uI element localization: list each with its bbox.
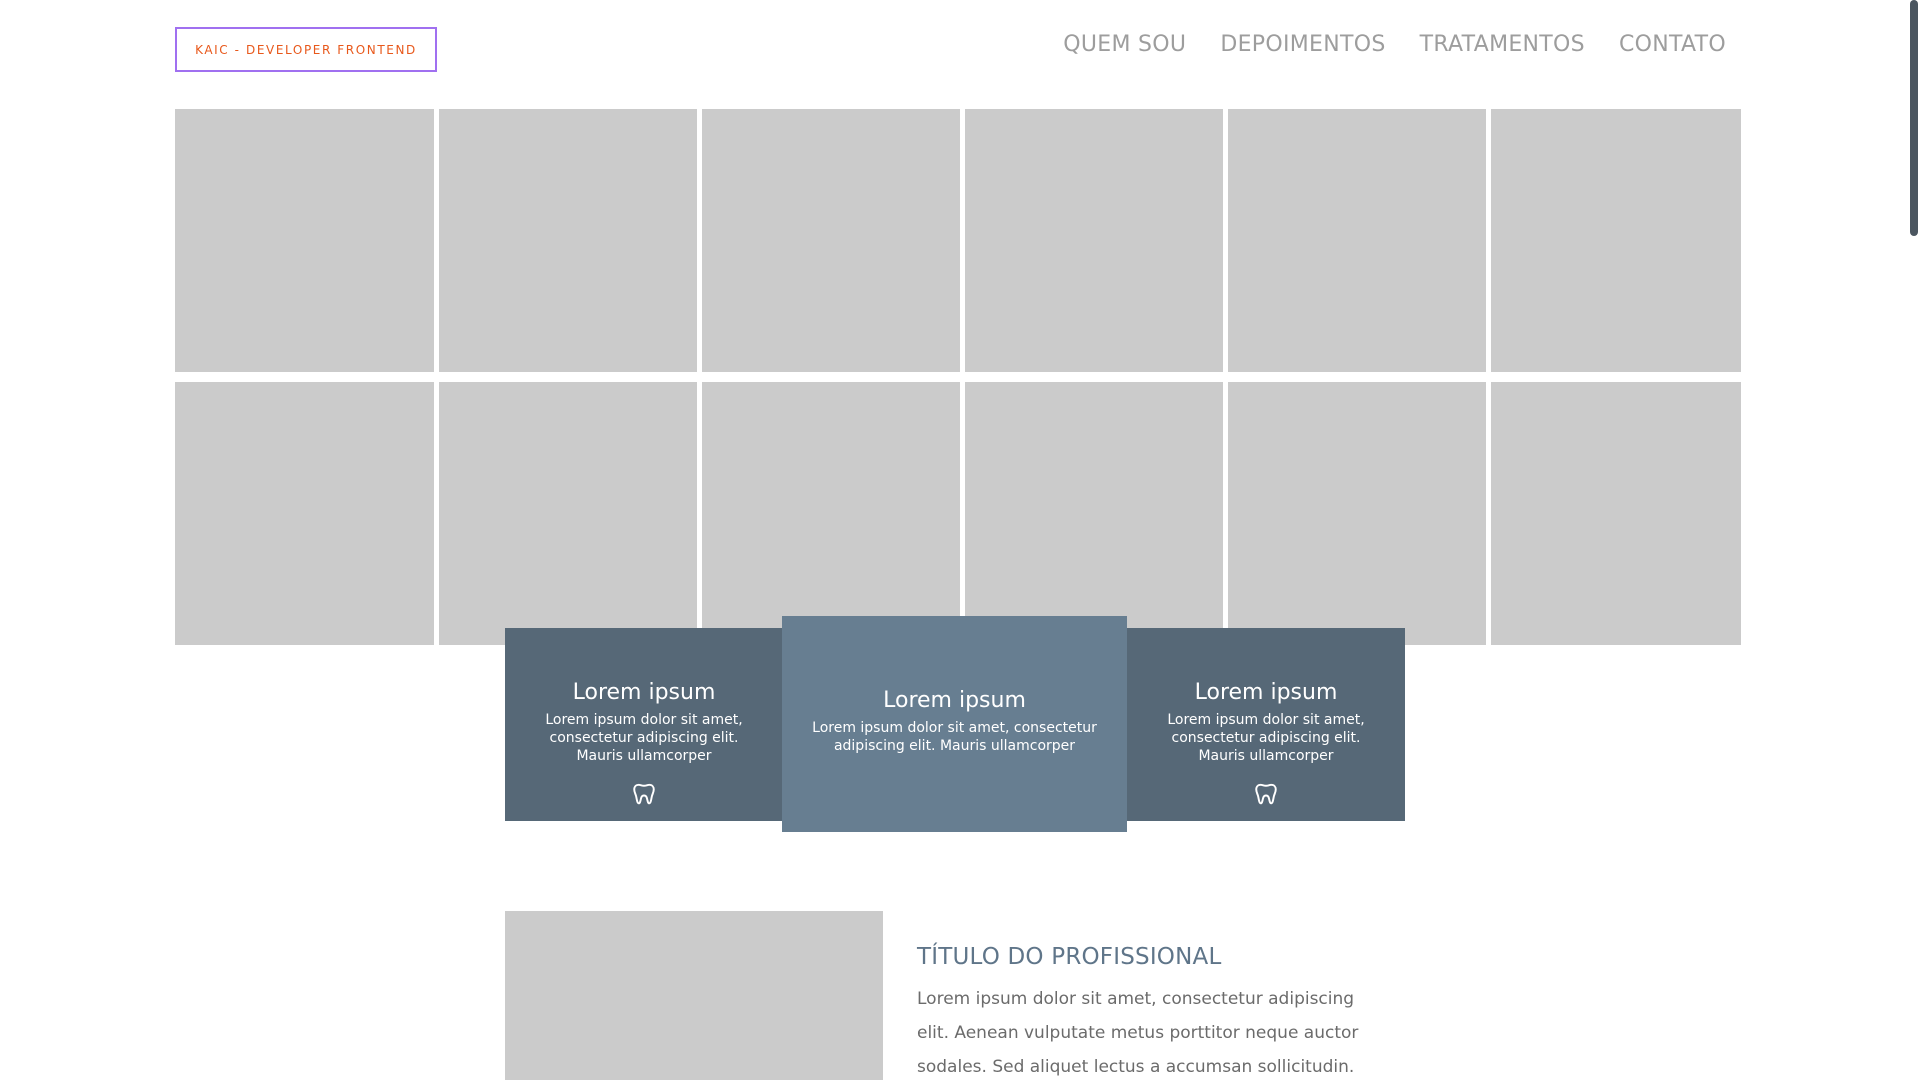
professional-title: TÍTULO DO PROFISSIONAL [917, 944, 1222, 970]
scrollbar[interactable] [1908, 0, 1920, 1080]
service-card-center[interactable]: Lorem ipsum Lorem ipsum dolor sit amet, … [782, 616, 1127, 832]
gallery-image[interactable] [175, 109, 434, 372]
gallery-image[interactable] [1228, 382, 1486, 645]
gallery-image[interactable] [175, 382, 434, 645]
gallery-image[interactable] [439, 109, 697, 372]
nav-quem-sou[interactable]: QUEM SOU [1063, 32, 1186, 57]
card-title: Lorem ipsum [572, 680, 716, 705]
card-title: Lorem ipsum [883, 688, 1026, 713]
gallery-image[interactable] [1491, 109, 1741, 372]
professional-photo [505, 911, 883, 1080]
gallery-image[interactable] [965, 382, 1223, 645]
tooth-icon[interactable] [1253, 781, 1279, 807]
gallery-image[interactable] [965, 109, 1223, 372]
service-card-right[interactable]: Lorem ipsum Lorem ipsum dolor sit amet, … [1127, 628, 1405, 821]
gallery-image[interactable] [1491, 382, 1741, 645]
card-text: Lorem ipsum dolor sit amet, consectetur … [1167, 712, 1365, 764]
tooth-icon[interactable] [631, 781, 657, 807]
logo-link[interactable]: KAIC - DEVELOPER FRONTEND [175, 27, 437, 72]
card-text: Lorem ipsum dolor sit amet, consectetur … [545, 712, 743, 764]
gallery-image[interactable] [702, 109, 960, 372]
page: KAIC - DEVELOPER FRONTEND QUEM SOU DEPOI… [0, 0, 1920, 1080]
photo-gallery [175, 109, 1743, 645]
gallery-image[interactable] [702, 382, 960, 645]
card-text: Lorem ipsum dolor sit amet, consectetur … [812, 720, 1097, 754]
nav-contato[interactable]: CONTATO [1619, 32, 1726, 57]
scrollbar-thumb[interactable] [1910, 0, 1918, 236]
nav-depoimentos[interactable]: DEPOIMENTOS [1220, 32, 1385, 57]
main-nav: QUEM SOU DEPOIMENTOS TRATAMENTOS CONTATO [1063, 32, 1726, 57]
service-card-left[interactable]: Lorem ipsum Lorem ipsum dolor sit amet, … [505, 628, 783, 821]
gallery-image[interactable] [439, 382, 697, 645]
gallery-image[interactable] [1228, 109, 1486, 372]
card-title: Lorem ipsum [1194, 680, 1338, 705]
professional-description: Lorem ipsum dolor sit amet, consectetur … [917, 989, 1359, 1077]
nav-tratamentos[interactable]: TRATAMENTOS [1420, 32, 1585, 57]
